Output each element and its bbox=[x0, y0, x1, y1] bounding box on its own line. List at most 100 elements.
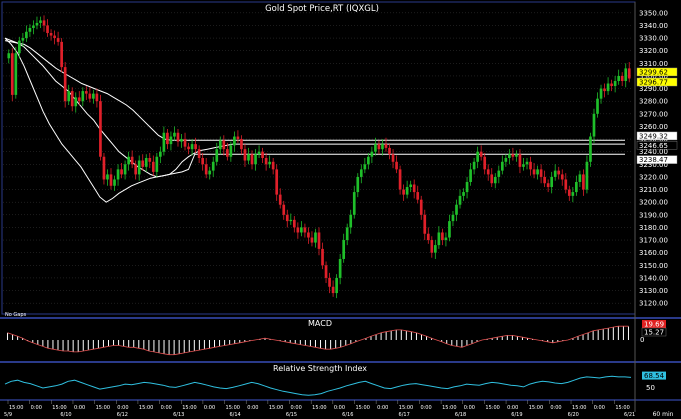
chart-title: Gold Spot Price,RT (IQXGL) bbox=[265, 4, 379, 14]
candle-body bbox=[109, 174, 113, 186]
price-tick-label: 3330.00 bbox=[639, 35, 668, 43]
price-tick-label: 3210.00 bbox=[639, 186, 668, 194]
candle-body bbox=[39, 20, 42, 23]
candle-body bbox=[381, 144, 384, 150]
candle-body bbox=[310, 237, 314, 243]
candle-body bbox=[543, 176, 546, 184]
candle-body bbox=[479, 151, 483, 157]
time-tick-label: 15:00 bbox=[96, 405, 110, 411]
interval-label: 60 min bbox=[653, 411, 674, 418]
price-tick-label: 3220.00 bbox=[639, 173, 668, 181]
price-tick-label: 3350.00 bbox=[639, 9, 668, 17]
candle-body bbox=[194, 144, 197, 150]
price-tick-label: 3160.00 bbox=[639, 249, 668, 257]
candle-body bbox=[123, 164, 127, 175]
candle-body bbox=[155, 156, 159, 172]
candle-body bbox=[67, 91, 71, 102]
candle-body bbox=[356, 176, 360, 193]
candle-body bbox=[32, 25, 35, 28]
candle-body bbox=[10, 53, 14, 95]
candle-body bbox=[405, 187, 409, 195]
candle-body bbox=[176, 132, 180, 142]
time-tick-label: 15:00 bbox=[615, 405, 629, 411]
time-tick-label: 0:00 bbox=[507, 405, 518, 411]
candle-body bbox=[275, 169, 279, 195]
candle-body bbox=[247, 154, 250, 161]
candle-body bbox=[134, 164, 138, 175]
macd-badge: 15.27 bbox=[644, 329, 664, 337]
candle-body bbox=[359, 169, 363, 177]
time-tick-label: 15:00 bbox=[572, 405, 586, 411]
candle-body bbox=[116, 169, 120, 180]
candle-body bbox=[582, 174, 585, 190]
candle-body bbox=[402, 189, 405, 195]
candle-body bbox=[345, 227, 349, 241]
macd-badge-prev: 19.69 bbox=[644, 321, 664, 329]
price-tick-label: 3320.00 bbox=[639, 47, 668, 55]
price-tick-label: 3340.00 bbox=[639, 22, 668, 30]
candle-body bbox=[610, 83, 613, 87]
time-tick-label: 15:00 bbox=[139, 405, 153, 411]
candle-body bbox=[282, 204, 286, 215]
candle-body bbox=[550, 176, 554, 188]
candle-body bbox=[204, 164, 208, 175]
candle-body bbox=[314, 232, 317, 243]
candle-body bbox=[335, 277, 338, 294]
candle-body bbox=[307, 232, 310, 238]
candle-body bbox=[183, 139, 187, 147]
candle-body bbox=[536, 169, 539, 175]
date-tick-label: 6/15 bbox=[286, 412, 297, 418]
candle-body bbox=[409, 184, 413, 188]
candle-body bbox=[141, 160, 145, 167]
rsi-badge: 68.54 bbox=[644, 372, 665, 380]
candle-body bbox=[606, 83, 610, 92]
candle-body bbox=[571, 192, 575, 196]
candle-body bbox=[448, 221, 451, 238]
candle-body bbox=[578, 174, 582, 182]
candle-body bbox=[222, 140, 226, 150]
price-tick-label: 3190.00 bbox=[639, 211, 668, 219]
date-tick-label: 6/12 bbox=[117, 412, 128, 418]
candle-body bbox=[271, 161, 275, 170]
candle-body bbox=[476, 151, 479, 162]
candle-body bbox=[567, 189, 571, 196]
candle-body bbox=[324, 265, 328, 278]
time-tick-label: 15:00 bbox=[312, 405, 326, 411]
time-tick-label: 0:00 bbox=[334, 405, 345, 411]
candle-body bbox=[63, 67, 67, 102]
time-tick-label: 0:00 bbox=[550, 405, 561, 411]
candle-body bbox=[7, 53, 11, 59]
date-tick-label: 6/18 bbox=[455, 412, 466, 418]
candle-body bbox=[603, 88, 606, 92]
candle-body bbox=[423, 214, 427, 234]
candle-body bbox=[243, 149, 247, 161]
candle-body bbox=[159, 151, 162, 157]
price-tick-label: 3310.00 bbox=[639, 60, 668, 68]
candle-body bbox=[388, 147, 391, 155]
candle-body bbox=[620, 75, 624, 81]
time-tick-label: 15:00 bbox=[269, 405, 283, 411]
candle-body bbox=[511, 154, 515, 157]
badge-last-price: 3296.77 bbox=[639, 79, 668, 87]
badge-ma-1: 3249.32 bbox=[639, 132, 668, 140]
candle-body bbox=[84, 91, 88, 94]
candle-body bbox=[493, 176, 497, 184]
date-tick-label: 6/13 bbox=[173, 412, 184, 418]
date-tick-label: 6/20 bbox=[568, 412, 579, 418]
candle-body bbox=[211, 161, 215, 171]
candle-body bbox=[208, 170, 212, 175]
candle-body bbox=[300, 227, 303, 233]
candle-body bbox=[250, 154, 254, 165]
candle-body bbox=[412, 184, 416, 193]
candle-body bbox=[589, 136, 592, 162]
candle-body bbox=[592, 113, 596, 137]
candle-body bbox=[42, 20, 46, 26]
candle-body bbox=[127, 156, 130, 165]
date-tick-label: 5/9 bbox=[4, 412, 12, 418]
candle-body bbox=[190, 144, 194, 150]
candle-body bbox=[367, 156, 370, 165]
rsi-title: Relative Strength Index bbox=[273, 364, 367, 373]
candle-body bbox=[462, 192, 465, 196]
candle-body bbox=[169, 136, 173, 145]
candle-body bbox=[624, 68, 628, 81]
